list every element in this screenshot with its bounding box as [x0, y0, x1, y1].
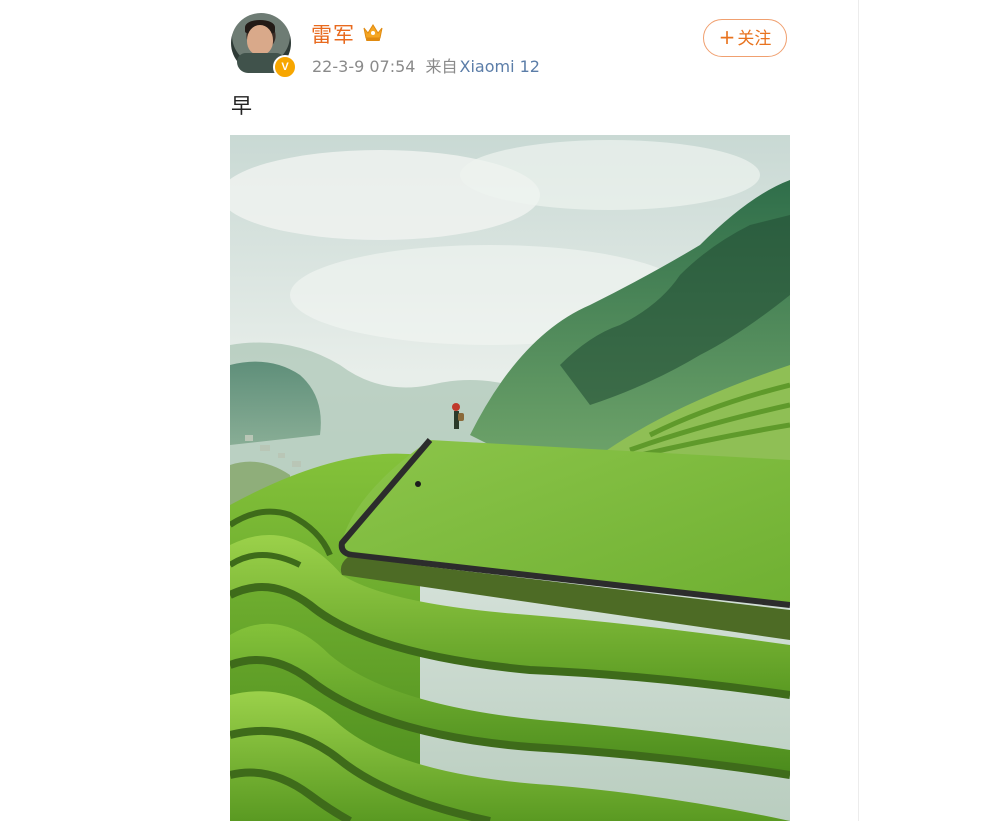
post-meta: 22-3-9 07:54 来自 Xiaomi 12: [312, 53, 540, 77]
rice-terrace-phone-photo: [230, 135, 790, 821]
source-prefix: 来自: [425, 57, 458, 76]
author-name[interactable]: 雷军: [311, 19, 355, 49]
crown-icon: [363, 24, 383, 41]
follow-label: 关注: [737, 29, 772, 49]
plus-icon: +: [718, 25, 736, 49]
follow-button[interactable]: + 关注: [703, 19, 787, 57]
post-image[interactable]: [230, 135, 790, 821]
source-device-link[interactable]: Xiaomi 12: [459, 57, 539, 76]
right-gutter: [858, 0, 1008, 821]
post-text: 早: [231, 94, 252, 118]
avatar-face: [247, 25, 273, 55]
weibo-post-page: V 雷军 22-3-9 07:54 来自 Xiaomi 12 + 关注 早: [0, 0, 1008, 821]
post-timestamp: 22-3-9 07:54: [312, 57, 416, 76]
verified-badge-icon: V: [273, 55, 297, 79]
